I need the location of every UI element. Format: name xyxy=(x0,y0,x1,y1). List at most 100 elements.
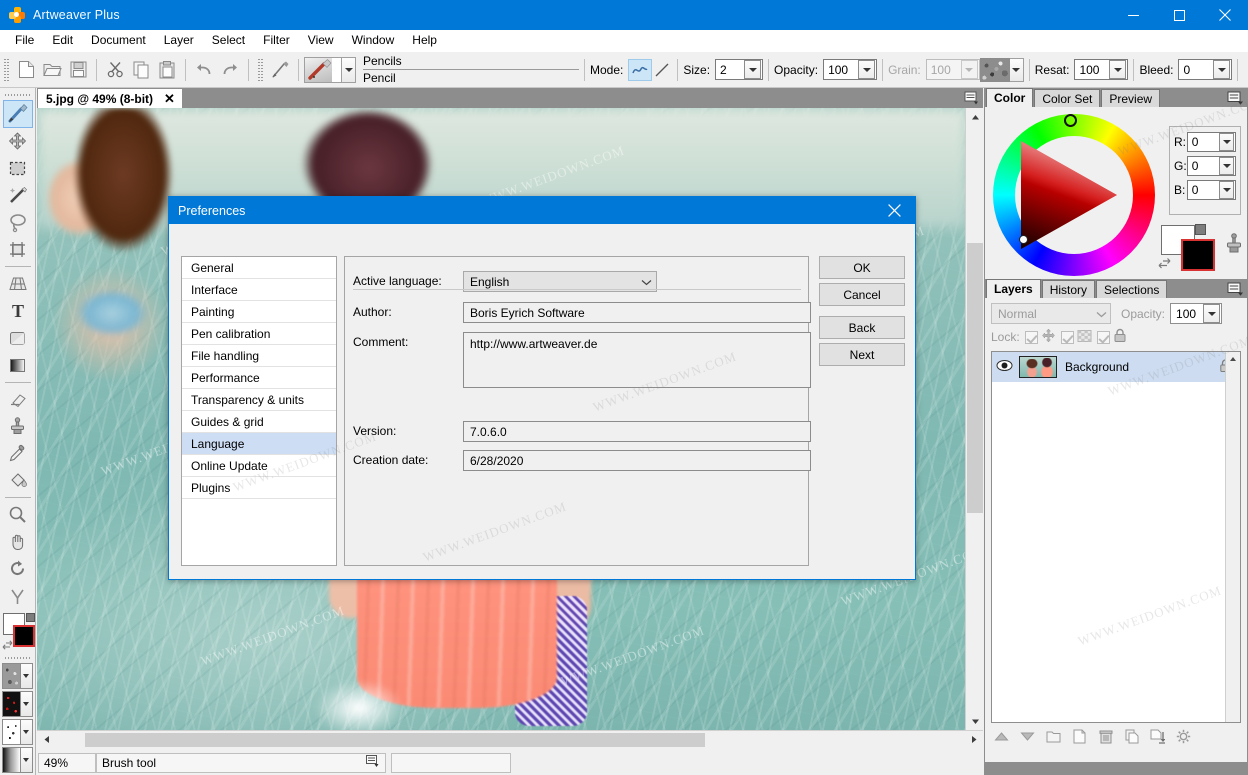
close-document-icon[interactable]: ✕ xyxy=(161,91,178,107)
canvas-horizontal-scrollbar[interactable] xyxy=(37,730,983,749)
lock-all-icon[interactable] xyxy=(1113,328,1127,346)
text-tool[interactable]: T xyxy=(3,297,33,324)
pref-category-language[interactable]: Language xyxy=(182,433,336,455)
swap-colors-icon[interactable] xyxy=(2,640,13,651)
toolbox-background-color[interactable] xyxy=(12,624,35,647)
perspective-tool[interactable] xyxy=(3,270,33,297)
layers-list[interactable]: Background xyxy=(991,351,1241,723)
lasso-tool[interactable] xyxy=(3,209,33,236)
layers-list-scrollbar[interactable] xyxy=(1225,352,1240,722)
tab-preview[interactable]: Preview xyxy=(1101,89,1161,107)
default-colors-icon[interactable] xyxy=(1195,224,1206,235)
status-tool[interactable]: Brush tool xyxy=(96,752,386,773)
document-tab[interactable]: 5.jpg @ 49% (8-bit) ✕ xyxy=(38,89,182,108)
menu-select[interactable]: Select xyxy=(203,30,254,51)
rectangular-marquee-tool[interactable] xyxy=(3,155,33,182)
menu-filter[interactable]: Filter xyxy=(254,30,299,51)
new-layer-group-icon[interactable] xyxy=(1045,728,1062,745)
crop-tool[interactable] xyxy=(3,236,33,263)
dialog-close-icon[interactable] xyxy=(873,197,915,224)
brush-options-menu-icon[interactable] xyxy=(1243,57,1248,83)
pref-category-performance[interactable]: Performance xyxy=(182,367,336,389)
opacity-dropdown[interactable] xyxy=(858,60,876,79)
cut-scissors-icon[interactable] xyxy=(102,57,128,83)
b-dropdown[interactable] xyxy=(1219,181,1234,199)
tab-layers[interactable]: Layers xyxy=(986,279,1041,298)
menu-file[interactable]: File xyxy=(6,30,43,51)
hue-marker[interactable] xyxy=(1064,114,1077,127)
menu-layer[interactable]: Layer xyxy=(155,30,203,51)
cancel-button[interactable]: Cancel xyxy=(819,283,905,306)
table-row[interactable]: Background xyxy=(992,352,1240,382)
menu-document[interactable]: Document xyxy=(82,30,155,51)
lock-position-icon[interactable] xyxy=(1041,328,1056,346)
brush-tool[interactable] xyxy=(2,100,33,128)
move-tool[interactable] xyxy=(3,128,33,155)
status-zoom[interactable]: 49% xyxy=(38,752,96,773)
mode-freehand-icon[interactable] xyxy=(628,58,653,81)
comment-field[interactable]: http://www.artweaver.de xyxy=(463,332,811,388)
gradient-dropdown[interactable] xyxy=(20,747,33,774)
eyedropper-tool[interactable] xyxy=(3,440,33,467)
brush-section-grip[interactable] xyxy=(257,58,264,81)
r-input[interactable]: 0 xyxy=(1186,132,1236,152)
close-icon[interactable] xyxy=(1202,0,1248,30)
document-panel-menu-icon[interactable] xyxy=(964,91,980,105)
pref-category-file-handling[interactable]: File handling xyxy=(182,345,336,367)
status-tool-menu-icon[interactable] xyxy=(366,755,380,770)
maximize-icon[interactable] xyxy=(1156,0,1202,30)
pattern-texture-selector[interactable] xyxy=(1,691,34,718)
noise-texture-dropdown[interactable] xyxy=(20,719,33,746)
background-color-swatch[interactable] xyxy=(1181,239,1215,271)
back-button[interactable]: Back xyxy=(819,316,905,339)
r-dropdown[interactable] xyxy=(1219,133,1234,151)
layers-panel-menu-icon[interactable] xyxy=(1227,282,1244,296)
author-field[interactable]: Boris Eyrich Software xyxy=(463,302,811,323)
menu-view[interactable]: View xyxy=(299,30,343,51)
pref-category-online-update[interactable]: Online Update xyxy=(182,455,336,477)
arrow-down-brush-icon[interactable] xyxy=(3,583,33,610)
lock-transparency-checkbox[interactable] xyxy=(1060,330,1074,344)
grain-texture-dropdown[interactable] xyxy=(20,663,33,690)
new-file-icon[interactable] xyxy=(13,57,39,83)
color-stamp-icon[interactable] xyxy=(1225,233,1243,255)
layer-opacity-input[interactable]: 100 xyxy=(1170,303,1223,324)
scroll-right-icon[interactable] xyxy=(965,730,983,749)
pattern-texture-dropdown[interactable] xyxy=(20,691,33,718)
g-input[interactable]: 0 xyxy=(1186,156,1236,176)
move-layer-down-icon[interactable] xyxy=(1019,728,1036,745)
brush-preview-dropdown[interactable] xyxy=(342,56,356,83)
size-input[interactable]: 2 xyxy=(715,59,764,80)
pref-category-plugins[interactable]: Plugins xyxy=(182,477,336,499)
grain-texture-selector[interactable] xyxy=(1,663,34,690)
hand-tool[interactable] xyxy=(3,528,33,555)
shape-tool[interactable] xyxy=(3,324,33,351)
lock-all-checkbox[interactable] xyxy=(1096,330,1110,344)
horizontal-scroll-thumb[interactable] xyxy=(85,733,705,747)
duplicate-layer-icon[interactable] xyxy=(1123,728,1140,745)
pref-category-guides-grid[interactable]: Guides & grid xyxy=(182,411,336,433)
toolbox-grip[interactable] xyxy=(4,91,31,99)
mode-line-icon[interactable] xyxy=(652,59,672,81)
gradient-selector[interactable] xyxy=(1,747,34,774)
bleed-input[interactable]: 0 xyxy=(1178,59,1233,80)
preferences-category-list[interactable]: General Interface Painting Pen calibrati… xyxy=(181,256,337,566)
layer-opacity-dropdown[interactable] xyxy=(1203,304,1221,323)
lock-position-checkbox[interactable] xyxy=(1024,330,1038,344)
menu-window[interactable]: Window xyxy=(343,30,404,51)
canvas-vertical-scrollbar[interactable] xyxy=(965,108,984,730)
b-input[interactable]: 0 xyxy=(1186,180,1236,200)
opacity-input[interactable]: 100 xyxy=(823,59,878,80)
menu-edit[interactable]: Edit xyxy=(43,30,82,51)
brush-preview[interactable] xyxy=(304,56,342,83)
blend-mode-select[interactable]: Normal xyxy=(991,303,1111,324)
clone-stamp-tool[interactable] xyxy=(3,413,33,440)
noise-texture-selector[interactable] xyxy=(1,719,34,746)
delete-layer-icon[interactable] xyxy=(1097,728,1114,745)
saturation-marker[interactable] xyxy=(1019,235,1028,244)
undo-icon[interactable] xyxy=(191,57,217,83)
resat-input[interactable]: 100 xyxy=(1074,59,1129,80)
tab-color-set[interactable]: Color Set xyxy=(1034,89,1101,107)
next-button[interactable]: Next xyxy=(819,343,905,366)
magic-wand-tool[interactable] xyxy=(3,182,33,209)
